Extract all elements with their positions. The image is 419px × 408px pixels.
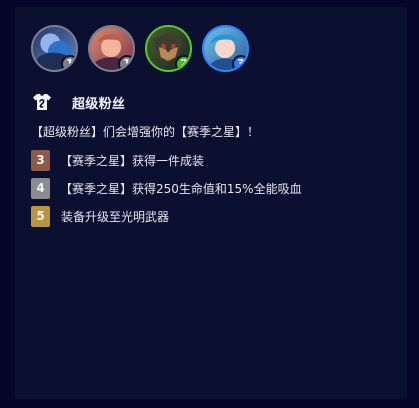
trait-description: 【超级粉丝】们会增强你的【赛季之星】！ [31,125,260,139]
champion-portrait[interactable]: 1 [31,25,78,72]
champion-portrait[interactable]: 1 [88,25,135,72]
champion-portrait[interactable]: 2 [145,25,192,72]
tier-level-badge: 4 [31,177,50,199]
star-level-badge: 1 [61,55,76,70]
tier-level-badge: 3 [31,149,50,171]
jersey-icon [33,94,51,110]
trait-tier-list: 3 【赛季之星】获得一件成装 4 【赛季之星】获得250生命值和15%全能吸血 … [31,149,302,227]
trait-tooltip-card: 1 1 2 3 超级粉丝 【超级粉丝】们会增强你的【赛季之星】！ 3 【赛季之星… [15,7,407,399]
tier-effect-text: 【赛季之星】获得一件成装 [60,153,205,168]
star-level-badge: 1 [118,55,133,70]
champion-portrait[interactable]: 3 [202,25,249,72]
trait-header: 超级粉丝 [31,91,125,113]
tier-effect-text: 【赛季之星】获得250生命值和15%全能吸血 [60,181,302,196]
tier-row: 5 装备升级至光明武器 [31,205,302,227]
tier-level-badge: 5 [31,205,50,227]
champion-portraits: 1 1 2 3 [31,25,249,72]
tier-row: 4 【赛季之星】获得250生命值和15%全能吸血 [31,177,302,199]
trait-name: 超级粉丝 [72,96,126,112]
tier-row: 3 【赛季之星】获得一件成装 [31,149,302,171]
star-level-badge: 2 [175,55,190,70]
star-level-badge: 3 [232,55,247,70]
tier-effect-text: 装备升级至光明武器 [61,209,170,224]
